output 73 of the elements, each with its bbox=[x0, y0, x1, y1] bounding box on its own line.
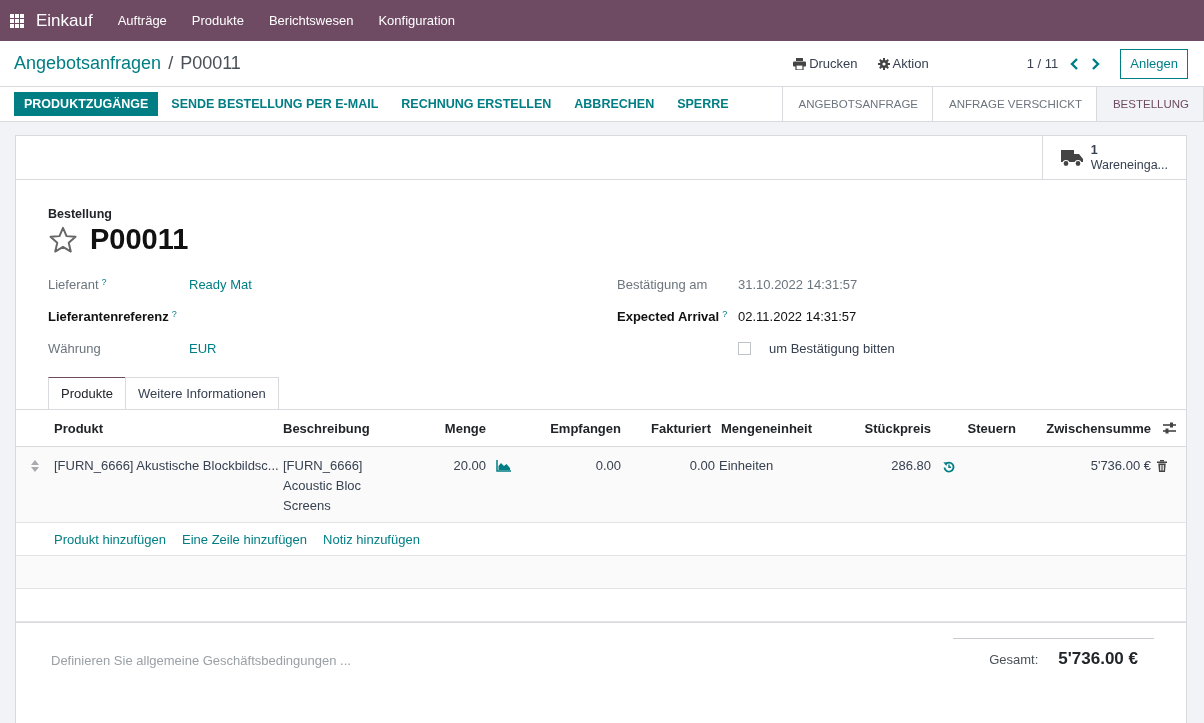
document-name: P00011 bbox=[90, 223, 189, 256]
tab[interactable]: Weitere Informationen bbox=[125, 377, 279, 409]
column-header[interactable]: Menge bbox=[411, 420, 486, 436]
status-action-button[interactable]: SENDE BESTELLUNG PER E-MAIL bbox=[161, 92, 389, 116]
checkbox-label[interactable]: um Bestätigung bitten bbox=[769, 340, 895, 356]
column-header[interactable]: Fakturiert bbox=[621, 420, 715, 436]
action-button[interactable]: Aktion bbox=[877, 56, 929, 71]
table-cell-text: [FURN_6666] Akustische Blockbildsc... bbox=[54, 457, 280, 475]
table-cell-text: 286.80 bbox=[890, 457, 931, 475]
pager-value: 1 / 11 bbox=[1026, 56, 1059, 71]
column-header[interactable]: Mengeneinheit bbox=[715, 420, 821, 436]
history-icon[interactable] bbox=[943, 461, 955, 473]
menu-item[interactable]: Berichtswesen bbox=[268, 13, 354, 28]
breadcrumb-current: P00011 bbox=[180, 53, 241, 74]
status-action-button[interactable]: ABBRECHEN bbox=[564, 92, 665, 116]
breadcrumb-link[interactable]: Angebotsanfragen bbox=[14, 53, 162, 74]
column-header[interactable]: Zwischensumme bbox=[1021, 420, 1151, 436]
total-label: Gesamt: bbox=[989, 651, 1039, 667]
field-value[interactable]: 02.11.2022 14:31:57 bbox=[738, 308, 857, 324]
field-label: Expected Arrival bbox=[617, 308, 720, 324]
menu-item[interactable]: Produkte bbox=[191, 13, 244, 28]
column-header[interactable]: Empfangen bbox=[526, 420, 621, 436]
field-label: Währung bbox=[48, 340, 101, 356]
create-button[interactable]: Anlegen bbox=[1120, 48, 1188, 79]
field-label: Lieferant bbox=[48, 276, 99, 292]
status-stage[interactable]: ANFRAGE VERSCHICKT bbox=[933, 87, 1097, 121]
add-line-link[interactable]: Eine Zeile hinzufügen bbox=[182, 531, 308, 547]
breadcrumb-separator: / bbox=[168, 53, 174, 74]
receipts-smart-button[interactable]: 1 Wareneinga... bbox=[1041, 136, 1186, 179]
table-cell-text: [FURN_6666] Acoustic Bloc Screens bbox=[283, 457, 364, 515]
add-line-link[interactable]: Produkt hinzufügen bbox=[54, 531, 167, 547]
menu-item[interactable]: Konfiguration bbox=[378, 13, 456, 28]
previous-icon[interactable] bbox=[1070, 57, 1081, 70]
table-cell-text: 20.00 bbox=[452, 457, 486, 475]
next-icon[interactable] bbox=[1090, 57, 1101, 70]
field-label: Lieferantenreferenz bbox=[48, 308, 169, 324]
status-action-button[interactable]: SPERRE bbox=[667, 92, 739, 116]
printer-icon bbox=[793, 57, 807, 70]
column-header[interactable]: Steuern bbox=[961, 420, 1021, 436]
status-stage[interactable]: BESTELLUNG bbox=[1096, 87, 1204, 121]
area-chart-icon[interactable] bbox=[496, 460, 511, 472]
field-link[interactable]: Ready Mat bbox=[189, 276, 252, 292]
app-grid-icon[interactable] bbox=[10, 13, 24, 28]
help-mark[interactable]: ? bbox=[722, 308, 728, 324]
field-label: Bestätigung am bbox=[617, 276, 708, 292]
field-link[interactable]: EUR bbox=[189, 340, 217, 356]
column-header[interactable]: Produkt bbox=[54, 420, 283, 436]
add-line-link[interactable]: Notiz hinzufügen bbox=[323, 531, 420, 547]
help-mark[interactable]: ? bbox=[171, 308, 177, 324]
help-mark[interactable]: ? bbox=[101, 276, 107, 292]
sliders-icon[interactable] bbox=[1163, 422, 1176, 434]
table-cell-text: Einheiten bbox=[718, 457, 775, 475]
truck-icon bbox=[1060, 148, 1083, 167]
status-stage[interactable]: ANGEBOTSANFRAGE bbox=[782, 87, 933, 121]
field-value: 31.10.2022 14:31:57 bbox=[738, 276, 858, 292]
table-cell-text: 0.00 bbox=[594, 457, 621, 475]
print-button[interactable]: Drucken bbox=[793, 56, 858, 71]
status-action-button[interactable]: RECHNUNG ERSTELLEN bbox=[391, 92, 562, 116]
status-action-button[interactable]: PRODUKTZUGÄNGE bbox=[14, 92, 159, 116]
menu-item[interactable]: Aufträge bbox=[117, 13, 167, 28]
trash-icon[interactable] bbox=[1157, 460, 1167, 472]
document-type-label: Bestellung bbox=[48, 207, 113, 221]
app-name[interactable]: Einkauf bbox=[36, 10, 93, 31]
column-header[interactable]: Beschreibung bbox=[283, 420, 411, 436]
column-header[interactable]: Stückpreis bbox=[821, 420, 931, 436]
total-amount: 5'736.00 € bbox=[1058, 649, 1138, 669]
checkbox[interactable] bbox=[738, 341, 751, 355]
gear-icon bbox=[877, 57, 890, 70]
star-icon[interactable] bbox=[48, 225, 78, 254]
sort-handle-icon[interactable] bbox=[31, 460, 39, 472]
table-cell-text: 5'736.00 € bbox=[1089, 457, 1151, 475]
tab[interactable]: Produkte bbox=[48, 377, 127, 409]
table-cell-text: 0.00 bbox=[688, 457, 715, 475]
